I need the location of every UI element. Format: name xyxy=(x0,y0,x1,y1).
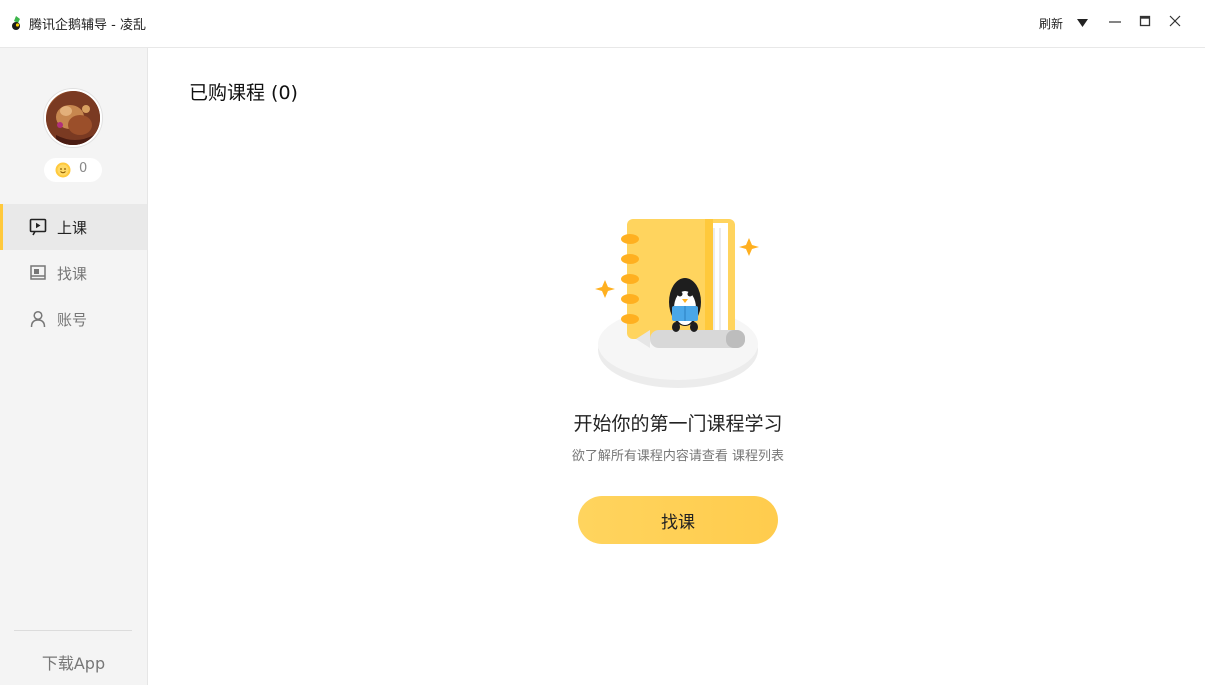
coin-balance[interactable]: 0 xyxy=(44,158,102,182)
minimize-icon[interactable] xyxy=(1108,14,1122,28)
sidebar-divider xyxy=(14,630,132,631)
dropdown-arrow-icon[interactable] xyxy=(1076,18,1089,28)
avatar[interactable] xyxy=(44,89,102,147)
play-board-icon xyxy=(29,218,47,236)
download-app-link[interactable]: 下载App xyxy=(0,650,147,674)
sidebar-item-find-course[interactable]: 找课 xyxy=(0,250,147,296)
close-icon[interactable] xyxy=(1168,14,1182,28)
avatar-image-icon xyxy=(46,91,100,145)
coin-icon xyxy=(55,162,71,178)
refresh-button[interactable]: 刷新 xyxy=(1039,15,1063,32)
user-icon xyxy=(30,310,46,328)
sidebar-item-account[interactable]: 账号 xyxy=(0,296,147,342)
title-bar: 腾讯企鹅辅导 - 凌乱 刷新 xyxy=(0,0,1205,48)
empty-state-subtitle: 欲了解所有课程内容请查看 课程列表 xyxy=(571,449,785,464)
sidebar-item-classes[interactable]: 上课 xyxy=(0,204,147,250)
sidebar: 0 上课 找课 账号 下载App xyxy=(0,48,148,685)
coin-count: 0 xyxy=(79,161,88,176)
sidebar-item-label: 找课 xyxy=(57,265,88,283)
page-title: 已购课程 (0) xyxy=(189,82,298,104)
app-logo-icon xyxy=(12,16,20,30)
sidebar-item-label: 上课 xyxy=(57,219,88,237)
empty-state-illustration-icon xyxy=(595,219,759,388)
sidebar-item-label: 账号 xyxy=(57,311,88,329)
maximize-icon[interactable] xyxy=(1138,14,1152,28)
find-course-button[interactable]: 找课 xyxy=(578,496,778,544)
book-icon xyxy=(30,265,46,280)
window-title: 腾讯企鹅辅导 - 凌乱 xyxy=(29,18,146,33)
empty-state-title: 开始你的第一门课程学习 xyxy=(573,413,783,435)
